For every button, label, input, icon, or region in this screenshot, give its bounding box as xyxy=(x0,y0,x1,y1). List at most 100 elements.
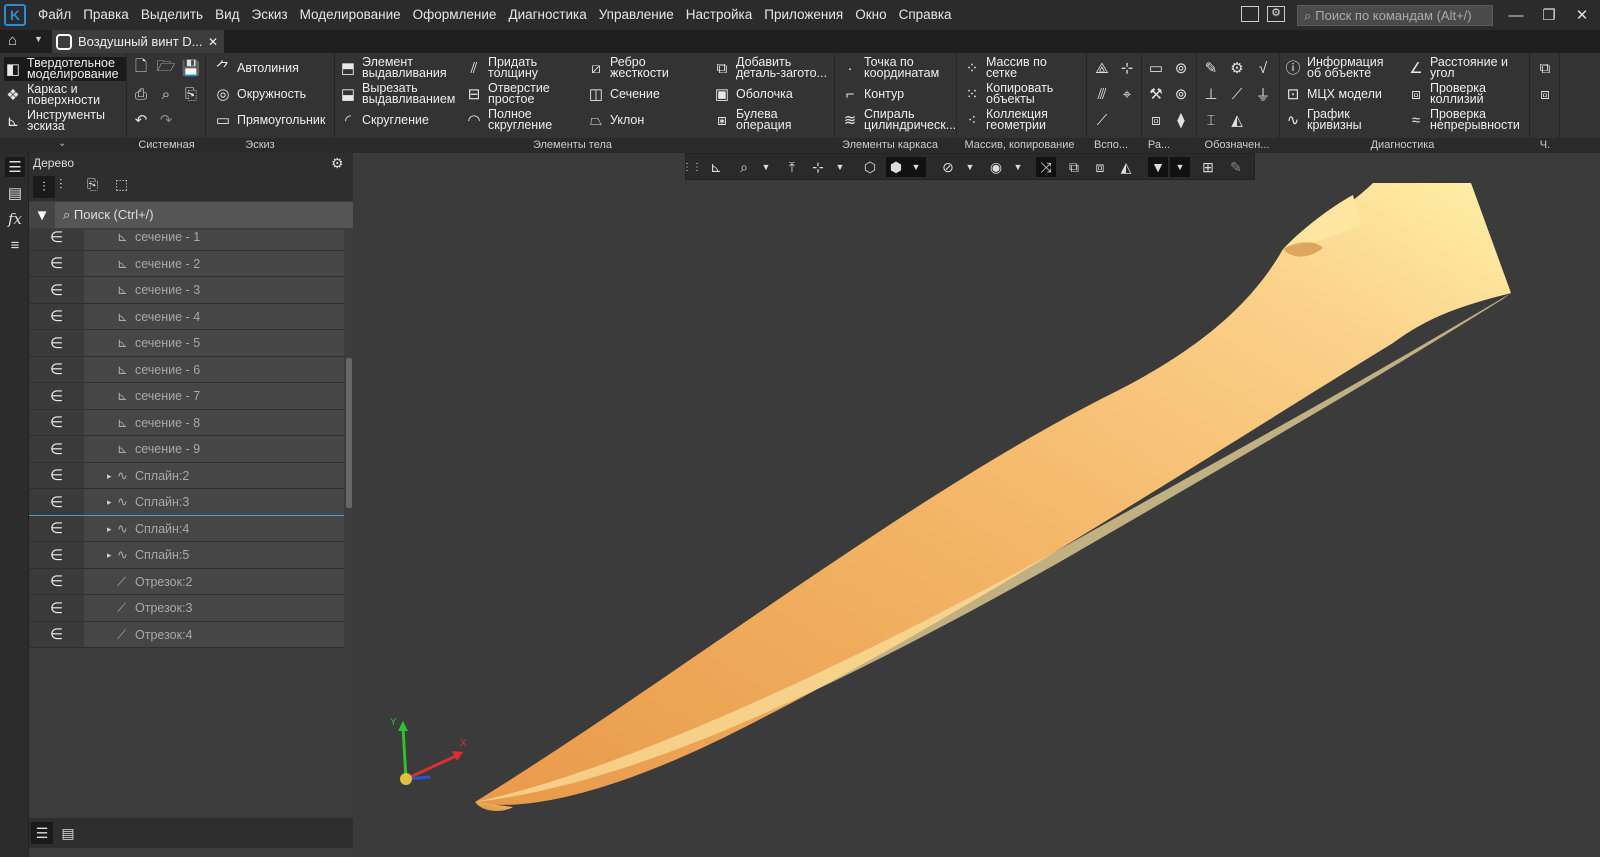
ra-tag-icon[interactable]: ⧫ xyxy=(1171,110,1191,130)
tree-row[interactable]: ∈ ⟋ Отрезок:3 xyxy=(29,595,344,622)
command-search-input[interactable]: ⌕ Поиск по командам (Alt+/) xyxy=(1297,5,1493,26)
menu-item-11[interactable]: Окно xyxy=(849,0,892,30)
ch-mid-icon[interactable]: ⧈ xyxy=(1535,84,1555,104)
chevron-down-icon[interactable]: ▼ xyxy=(34,34,43,44)
shell-button[interactable]: ▣ Оболочка xyxy=(713,85,833,103)
object-info-button[interactable]: ⓘ Информация об объекте xyxy=(1284,56,1399,80)
properties-icon[interactable]: ▤ xyxy=(5,183,25,203)
menu-item-4[interactable]: Эскиз xyxy=(246,0,294,30)
restore-button[interactable]: ❐ xyxy=(1537,3,1561,27)
aux-axis-icon[interactable]: ⊹ xyxy=(1117,58,1137,78)
rectangle-button[interactable]: ▭ Прямоугольник xyxy=(214,111,325,129)
chevron-down-icon[interactable]: ⌄ xyxy=(58,138,66,149)
gear-icon[interactable]: ⚙ xyxy=(331,153,344,173)
ch-top-icon[interactable]: ⧉ xyxy=(1535,58,1555,78)
notation-roughness-icon[interactable]: √ xyxy=(1253,58,1273,78)
tree-row[interactable]: ∈ ▸ ∿ Сплайн:4 xyxy=(29,515,344,542)
preview-icon[interactable]: ⌕ xyxy=(156,84,176,104)
copy-objects-button[interactable]: ⁙ Копировать объекты xyxy=(963,82,1066,106)
tree-row[interactable]: ∈ ⊾ сечение - 3 xyxy=(29,277,344,304)
tree-search-input[interactable]: ⌕ Поиск (Ctrl+/) xyxy=(55,202,353,228)
menu-item-5[interactable]: Моделирование xyxy=(294,0,407,30)
tree-icon[interactable]: ☰ xyxy=(5,157,25,177)
menu-item-3[interactable]: Вид xyxy=(209,0,245,30)
undo-icon[interactable]: ↶ xyxy=(131,110,151,130)
3d-viewport[interactable]: ⋮⋮ ⊾ ⌕ ▼ ⤒ ⊹ ▼ ⬡ ⬢ ▼ ⊘ ▼ ◉ ▼ ⤨ ⧉ ⧈ ◭ ▼ ▼… xyxy=(353,153,1600,857)
new-file-icon[interactable]: 🗋 xyxy=(131,58,151,78)
redo-icon[interactable]: ↷ xyxy=(156,110,176,130)
expand-arrow-icon[interactable]: ▸ xyxy=(107,489,112,515)
mode-surfaces[interactable]: ❖ Каркас и поверхности xyxy=(4,83,126,107)
menu-item-1[interactable]: Правка xyxy=(77,0,135,30)
layers-icon[interactable]: ≡ xyxy=(5,235,25,255)
distance-angle-button[interactable]: ∠ Расстояние и угол xyxy=(1407,56,1530,80)
tree-row[interactable]: ∈ ⊾ сечение - 2 xyxy=(29,250,344,277)
tree-row[interactable]: ∈ ▸ ∿ Сплайн:2 xyxy=(29,462,344,489)
thicken-button[interactable]: ⫽ Придать толщину xyxy=(465,56,575,80)
menu-item-10[interactable]: Приложения xyxy=(758,0,849,30)
aux-line-icon[interactable]: ⟋ xyxy=(1092,110,1112,130)
save-icon[interactable]: 💾 xyxy=(181,58,201,78)
expand-arrow-icon[interactable]: ▸ xyxy=(107,516,112,542)
add-blank-button[interactable]: ⧉ Добавить деталь-загото... xyxy=(713,56,833,80)
tree-row[interactable]: ∈ ⟋ Отрезок:4 xyxy=(29,621,344,648)
aux-offset-icon[interactable]: ⫻ xyxy=(1092,84,1112,104)
ra-tool-icon[interactable]: ⚒ xyxy=(1146,84,1166,104)
notation-gear-icon[interactable]: ⚙ xyxy=(1227,58,1247,78)
close-tab-icon[interactable]: ✕ xyxy=(208,35,218,49)
tree-row[interactable]: ∈ ⊾ сечение - 7 xyxy=(29,383,344,410)
tree-row[interactable]: ∈ ⊾ сечение - 1 xyxy=(29,230,344,251)
contour-button[interactable]: ⌐ Контур xyxy=(841,85,904,103)
tree-tab-icon[interactable]: ☰ xyxy=(31,822,53,844)
notation-weld-icon[interactable]: ◭ xyxy=(1227,110,1247,130)
helix-button[interactable]: ≋ Спираль цилиндрическ... xyxy=(841,108,956,132)
tree-row[interactable]: ∈ ⟋ Отрезок:2 xyxy=(29,568,344,595)
propeller-blade-model[interactable] xyxy=(353,153,1600,857)
boolean-button[interactable]: ⧆ Булева операция xyxy=(713,108,833,132)
filter-icon[interactable]: ▼ xyxy=(29,202,55,228)
expand-arrow-icon[interactable]: ▸ xyxy=(107,463,112,489)
notation-text-icon[interactable]: ⌶ xyxy=(1201,110,1221,130)
tree-structure-icon[interactable]: ⫶ xyxy=(59,176,63,193)
ra-monitor-icon[interactable]: ▭ xyxy=(1146,58,1166,78)
aux-plane-icon[interactable]: ⟁ xyxy=(1092,58,1112,78)
close-window-button[interactable]: ✕ xyxy=(1570,3,1594,27)
draft-button[interactable]: ⏢ Уклон xyxy=(587,111,697,129)
notation-base-icon[interactable]: ⊥ xyxy=(1201,84,1221,104)
scrollbar-thumb[interactable] xyxy=(346,358,352,508)
tree-scrollbar[interactable] xyxy=(344,230,353,812)
geometry-collection-button[interactable]: ⁖ Коллекция геометрии xyxy=(963,108,1066,132)
notation-leader-icon[interactable]: ⟋ xyxy=(1227,84,1247,104)
menu-item-2[interactable]: Выделить xyxy=(135,0,209,30)
curvature-graph-button[interactable]: ∿ График кривизны xyxy=(1284,108,1377,132)
circle-button[interactable]: ◎ Окружность xyxy=(214,85,306,103)
document-tab[interactable]: Воздушный винт D... ✕ xyxy=(52,30,224,53)
tree-row[interactable]: ∈ ▸ ∿ Сплайн:5 xyxy=(29,542,344,569)
mode-sketch-tools[interactable]: ⊾ Инструменты эскиза xyxy=(4,109,126,133)
aux-cs-icon[interactable]: ⌖ xyxy=(1117,84,1137,104)
rib-button[interactable]: ⧄ Ребро жесткости xyxy=(587,56,697,80)
fillet-button[interactable]: ◜ Скругление xyxy=(339,111,457,129)
save-as-icon[interactable]: ⎘ xyxy=(181,84,201,104)
tree-links-icon[interactable]: ⎘ xyxy=(87,176,98,193)
continuity-check-button[interactable]: ≈ Проверка непрерывности xyxy=(1407,108,1530,132)
properties-tab-icon[interactable]: ▤ xyxy=(57,822,79,844)
app-logo[interactable]: K xyxy=(4,4,26,26)
autoline-button[interactable]: ⺈ Автолиния xyxy=(214,59,298,77)
menu-item-8[interactable]: Управление xyxy=(593,0,680,30)
panel-layout-icon[interactable] xyxy=(1241,6,1259,22)
open-folder-icon[interactable]: 🗁 xyxy=(156,58,176,78)
ra-disk2-icon[interactable]: ⊚ xyxy=(1171,84,1191,104)
cut-extrude-button[interactable]: ⬓ Вырезать выдавливанием xyxy=(339,82,457,106)
hole-button[interactable]: ⊟ Отверстие простое xyxy=(465,82,575,106)
tree-row[interactable]: ∈ ⊾ сечение - 6 xyxy=(29,356,344,383)
grid-array-button[interactable]: ⁘ Массив по сетке xyxy=(963,56,1066,80)
mass-props-button[interactable]: ⊡ МЦХ модели xyxy=(1284,85,1382,103)
expand-arrow-icon[interactable]: ▸ xyxy=(107,542,112,568)
point-by-coords-button[interactable]: · Точка по координатам xyxy=(841,56,946,80)
collision-check-button[interactable]: ⧈ Проверка коллизий xyxy=(1407,82,1500,106)
tree-row[interactable]: ∈ ▸ ∿ Сплайн:3 xyxy=(29,489,344,516)
menu-item-9[interactable]: Настройка xyxy=(680,0,758,30)
tree-row[interactable]: ∈ ⊾ сечение - 5 xyxy=(29,330,344,357)
section-button[interactable]: ◫ Сечение xyxy=(587,85,697,103)
